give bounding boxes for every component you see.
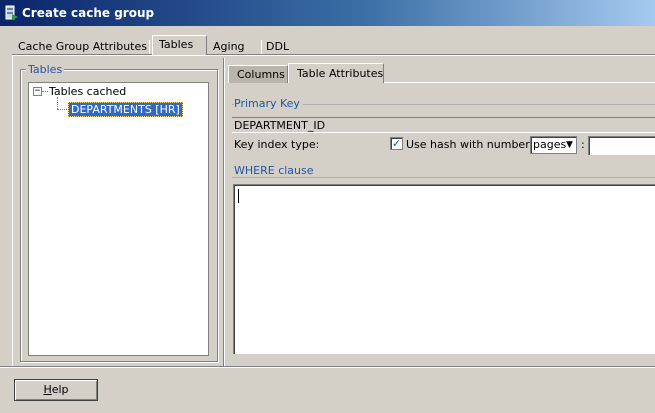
help-button[interactable]: Help [14,379,98,401]
app-icon [5,5,18,20]
primary-key-label: Primary Key [234,97,303,110]
tree-root-tables-cached[interactable]: Tables cached [49,85,126,98]
tab-table-attributes[interactable]: Table Attributes [288,63,384,83]
key-index-type-label: Key index type: [234,138,320,151]
primary-key-value: DEPARTMENT_ID [232,117,655,133]
window-title: Create cache group [22,6,155,20]
primary-key-text: DEPARTMENT_ID [234,119,326,132]
tree-connector [57,97,58,109]
text-caret [238,189,239,203]
tab-cache-group-attributes[interactable]: Cache Group Attributes [12,38,153,56]
tab-label: Table Attributes [297,67,384,80]
tab-label: Cache Group Attributes [18,40,147,53]
where-clause-textarea[interactable] [233,184,655,354]
tab-label: Tables [159,38,194,51]
tab-aging[interactable]: Aging [207,38,251,56]
where-clause-label: WHERE clause [234,164,317,177]
tab-separator [149,40,150,54]
tab-label: Columns [237,68,285,81]
tab-label: DDL [266,40,290,53]
section-divider [232,177,655,178]
collapse-icon[interactable]: − [33,87,42,96]
hash-unit-value: pages [533,138,567,151]
tab-label: Aging [213,40,245,53]
hash-pages-input[interactable] [588,136,655,155]
panel-divider [223,58,225,366]
separator-colon: : [581,138,585,151]
tree-connector [57,109,67,110]
footer-divider [0,366,655,368]
tab-tables[interactable]: Tables [152,35,207,55]
tree-connector [42,91,48,92]
tree-item-departments[interactable]: DEPARTMENTS [HR] [68,102,183,117]
help-button-label: Help [43,383,69,396]
tab-ddl[interactable]: DDL [260,38,295,56]
tables-group-label: Tables [26,63,65,76]
dropdown-arrow-icon[interactable]: ▼ [563,138,576,152]
tables-tree[interactable] [28,82,209,356]
use-hash-checkbox[interactable]: ✓ [390,137,403,150]
use-hash-label[interactable]: Use hash with number of [406,138,544,151]
tab-columns[interactable]: Columns [228,65,288,83]
title-bar: Create cache group [0,0,655,26]
